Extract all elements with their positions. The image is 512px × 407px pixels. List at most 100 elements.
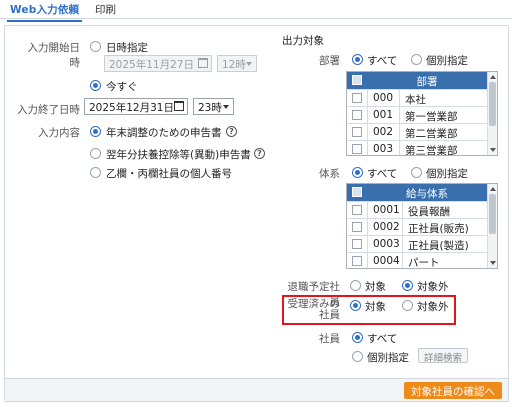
row-checkbox[interactable]	[352, 222, 362, 232]
employee-specify-radio[interactable]	[352, 351, 363, 362]
row-code: 0003	[373, 238, 400, 250]
employee-all-label: すべて	[367, 333, 398, 345]
system-specify-radio[interactable]	[411, 167, 422, 178]
retire-exclude-radio[interactable]	[402, 280, 413, 291]
start-specify-radio[interactable]	[90, 41, 101, 52]
row-checkbox[interactable]	[352, 256, 362, 266]
table-header: 部署	[347, 72, 487, 89]
scroll-up-icon[interactable]	[490, 187, 496, 191]
end-hour-value: 23時	[198, 102, 222, 114]
system-specify-label: 個別指定	[426, 168, 468, 180]
column-divider	[367, 89, 368, 155]
column-divider	[367, 201, 368, 268]
row-code: 0004	[373, 255, 400, 267]
detail-search-button[interactable]: 詳細検索	[418, 348, 469, 364]
row-checkbox[interactable]	[352, 239, 362, 249]
system-all-radio[interactable]	[352, 167, 363, 178]
row-code: 003	[373, 143, 394, 155]
end-date-field[interactable]: 2025年12月31日	[84, 98, 188, 115]
row-name: 役員報酬	[408, 206, 450, 218]
table-row[interactable]: 000 本社	[347, 89, 487, 106]
scroll-down-icon[interactable]	[490, 261, 496, 265]
start-now-label: 今すぐ	[106, 81, 138, 93]
row-name: 第二営業部	[405, 128, 458, 140]
start-date-field[interactable]: 2025年11月27日	[104, 55, 212, 72]
scroll-thumb[interactable]	[489, 194, 496, 234]
dept-header-label: 部署	[416, 76, 438, 88]
column-divider	[399, 89, 400, 155]
employee-all-radio[interactable]	[352, 332, 363, 343]
table-row[interactable]: 003 第三営業部	[347, 140, 487, 156]
dept-all-radio[interactable]	[352, 54, 363, 65]
scroll-thumb[interactable]	[489, 82, 496, 126]
content-next-year-radio[interactable]	[90, 148, 101, 159]
start-hour-value: 12時	[222, 59, 246, 71]
dept-specify-radio[interactable]	[411, 54, 422, 65]
table-row[interactable]: 0001 役員報酬	[347, 201, 487, 218]
column-divider	[402, 201, 403, 268]
row-checkbox[interactable]	[352, 205, 362, 215]
system-label: 体系	[319, 168, 340, 180]
dept-specify-label: 個別指定	[426, 55, 468, 67]
end-hour-select[interactable]: 23時	[193, 98, 234, 115]
retire-target-radio[interactable]	[350, 280, 361, 291]
help-icon[interactable]: ?	[254, 148, 265, 159]
confirm-employees-button[interactable]: 対象社員の確認へ	[404, 382, 502, 399]
table-row[interactable]: 0003 正社員(製造)	[347, 235, 487, 252]
dept-all-label: すべて	[367, 55, 398, 67]
row-checkbox[interactable]	[352, 127, 362, 137]
calendar-icon	[174, 101, 184, 111]
employee-specify-label: 個別指定	[367, 352, 409, 364]
tab-bar: Web入力依頼 印刷	[0, 0, 512, 22]
content-year-end-radio[interactable]	[90, 126, 101, 137]
row-name: 正社員(製造)	[408, 240, 469, 252]
dept-table: 部署 000 本社 001 第一営業部 002 第二営業部 003 第三営業部	[346, 71, 498, 156]
scroll-down-icon[interactable]	[490, 148, 496, 152]
row-checkbox[interactable]	[352, 144, 362, 154]
content-mynumber-label: 乙欄・丙欄社員の個人番号	[106, 168, 232, 180]
chevron-down-icon	[223, 105, 229, 109]
row-code: 0002	[373, 221, 400, 233]
row-code: 002	[373, 126, 394, 138]
table-row[interactable]: 002 第二営業部	[347, 123, 487, 140]
chevron-down-icon	[246, 62, 252, 66]
tab-web-input-request[interactable]: Web入力依頼	[6, 2, 83, 22]
scrollbar[interactable]	[487, 72, 497, 155]
start-hour-select[interactable]: 12時	[217, 55, 257, 72]
row-name: 第三営業部	[405, 145, 458, 156]
row-name: 第一営業部	[405, 111, 458, 123]
retire-exclude-label: 対象外	[417, 281, 449, 293]
scroll-up-icon[interactable]	[490, 75, 496, 79]
row-name: 正社員(販売)	[408, 223, 469, 235]
dept-label: 部署	[319, 55, 340, 67]
row-name: 本社	[405, 94, 426, 106]
table-row[interactable]: 0002 正社員(販売)	[347, 218, 487, 235]
content-next-year-label: 翌年分扶養控除等(異動)申告書	[106, 149, 251, 161]
row-checkbox[interactable]	[352, 110, 362, 120]
start-specify-label: 日時指定	[106, 42, 148, 54]
retire-target-label: 対象	[365, 281, 386, 293]
table-row[interactable]: 001 第一営業部	[347, 106, 487, 123]
table-row[interactable]: 0004 パート	[347, 252, 487, 268]
system-header-label: 給与体系	[406, 188, 448, 200]
content-year-end-label: 年末調整のための申告書	[106, 127, 222, 139]
system-all-label: すべて	[367, 168, 398, 180]
output-target-title: 出力対象	[282, 35, 324, 47]
end-date-value: 2025年12月31日	[89, 102, 174, 114]
scrollbar[interactable]	[487, 184, 497, 268]
employee-label: 社員	[319, 333, 340, 345]
row-code: 001	[373, 109, 394, 121]
page: Web入力依頼 印刷 入力開始日時 日時指定 2025年11月27日 12時 今…	[0, 0, 512, 407]
input-content-label: 入力内容	[38, 127, 80, 139]
row-code: 0001	[373, 204, 400, 216]
table-header: 給与体系	[347, 184, 487, 201]
highlight-box	[282, 295, 456, 325]
tab-print[interactable]: 印刷	[95, 2, 116, 17]
help-icon[interactable]: ?	[226, 126, 237, 137]
start-now-radio[interactable]	[90, 80, 101, 91]
row-checkbox[interactable]	[352, 93, 362, 103]
start-date-value: 2025年11月27日	[109, 59, 194, 71]
content-mynumber-radio[interactable]	[90, 167, 101, 178]
salary-system-table: 給与体系 0001 役員報酬 0002 正社員(販売) 0003 正社員(製造)…	[346, 183, 498, 269]
row-code: 000	[373, 92, 394, 104]
